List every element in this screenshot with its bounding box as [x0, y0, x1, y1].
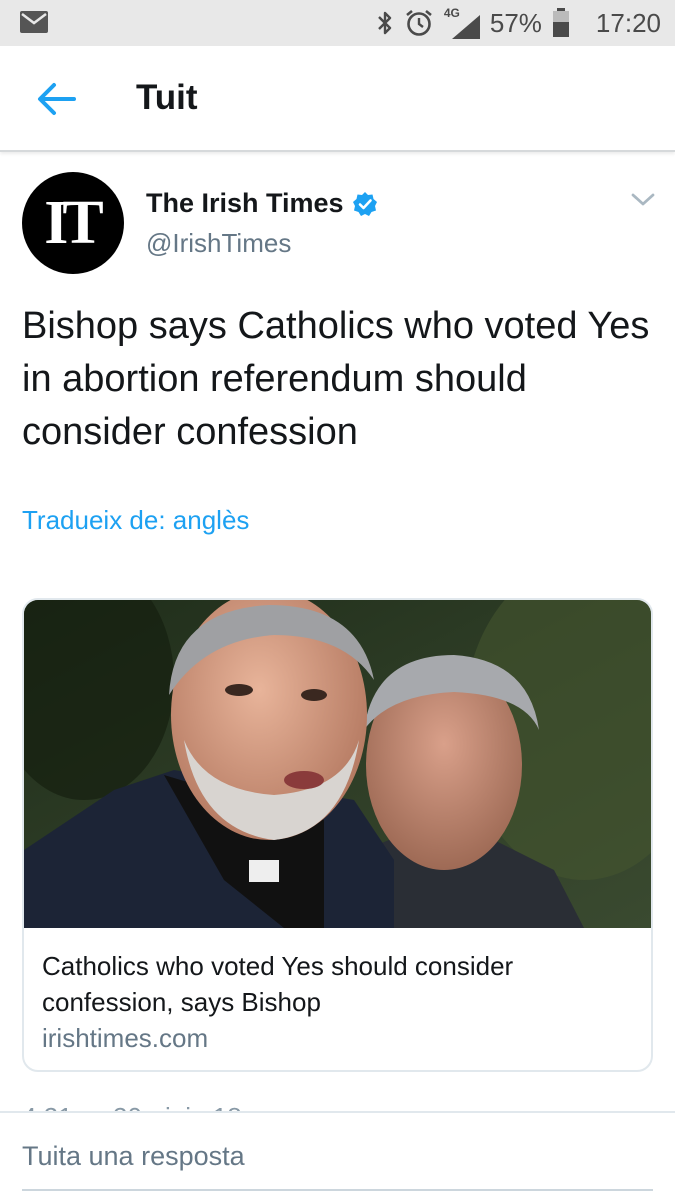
status-bar: 4G 57% 17:20	[0, 0, 675, 46]
card-domain: irishtimes.com	[42, 1023, 209, 1053]
app-header: Tuit	[0, 46, 675, 152]
reply-bar: Tuita una resposta	[0, 1111, 675, 1200]
network-indicator: 4G	[444, 6, 480, 40]
reply-input[interactable]: Tuita una resposta	[22, 1141, 245, 1172]
battery-icon	[552, 8, 569, 37]
article-photo	[24, 600, 651, 928]
page-title: Tuit	[136, 78, 198, 117]
alarm-icon	[406, 9, 432, 36]
author-name[interactable]: The Irish Times	[146, 188, 378, 219]
tweet-text: Bishop says Catholics who voted Yes in a…	[22, 305, 650, 453]
verified-badge-icon	[352, 191, 377, 216]
card-title: Catholics who voted Yes should consider …	[42, 951, 514, 1017]
clock: 17:20	[595, 7, 661, 38]
author-handle[interactable]: @IrishTimes	[146, 228, 291, 259]
battery-percentage: 57%	[489, 7, 542, 38]
avatar[interactable]: IT	[22, 172, 124, 274]
author-name-text: The Irish Times	[146, 188, 344, 218]
link-card[interactable]: Catholics who voted Yes should consider …	[22, 598, 653, 1072]
back-arrow-icon[interactable]	[36, 82, 76, 116]
tweet-timestamp: 4:21 ··· 30 · juin 18	[22, 1096, 422, 1112]
translate-link[interactable]: Tradueix de: anglès	[22, 505, 249, 536]
mail-icon	[20, 11, 48, 33]
reply-input-underline	[22, 1189, 653, 1191]
bluetooth-icon	[378, 11, 392, 35]
signal-icon	[451, 15, 480, 39]
avatar-logo-text: IT	[44, 188, 104, 257]
chevron-down-icon[interactable]	[630, 192, 656, 208]
